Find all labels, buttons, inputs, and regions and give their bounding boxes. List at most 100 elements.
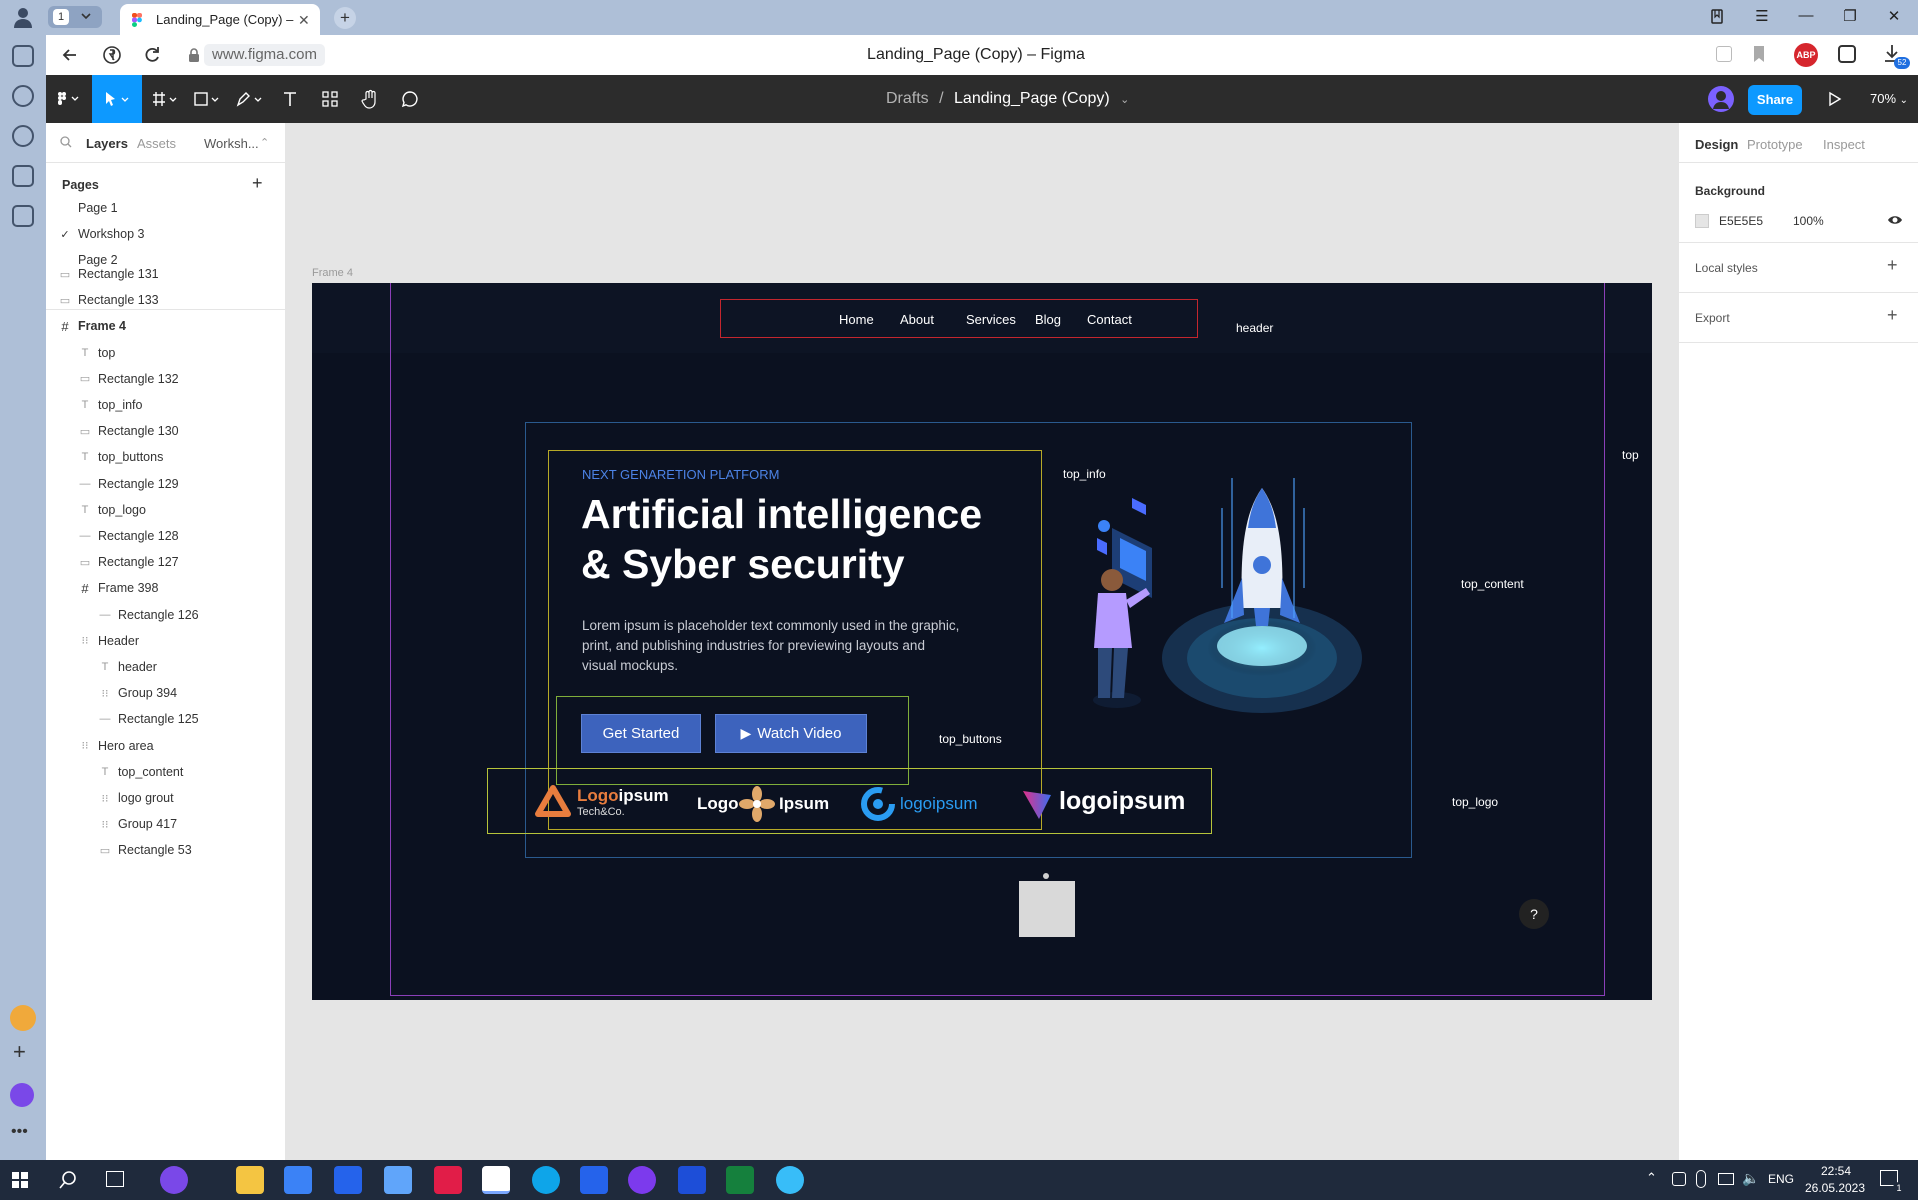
adblock-plus-icon[interactable]: ABP [1794, 43, 1818, 67]
resources-tool-button[interactable] [310, 75, 350, 123]
tab-inspect[interactable]: Inspect [1823, 137, 1865, 152]
profile-icon[interactable] [12, 6, 34, 28]
play-icon[interactable] [12, 85, 34, 107]
nav-blog[interactable]: Blog [1035, 312, 1061, 327]
telegram-icon[interactable] [776, 1166, 804, 1194]
screenshot-icon[interactable] [12, 205, 34, 227]
close-window-icon[interactable]: ✕ [1882, 7, 1906, 25]
present-icon[interactable] [1828, 91, 1842, 107]
volume-icon[interactable]: 🔈 [1742, 1170, 1759, 1187]
chevron-up-icon[interactable]: ⌃ [260, 136, 269, 149]
browser-tab-active[interactable]: Landing_Page (Copy) – F ✕ [120, 4, 320, 35]
group-icon: ⁝⁝ [81, 740, 89, 753]
alice-icon[interactable] [10, 1083, 34, 1107]
search-icon[interactable] [60, 136, 72, 148]
word-icon[interactable] [678, 1166, 706, 1194]
bookmark-icon[interactable] [1752, 45, 1766, 63]
file-name[interactable]: Landing_Page (Copy) [954, 90, 1110, 107]
move-tool-button[interactable] [92, 75, 142, 123]
extensions-icon[interactable] [1838, 45, 1856, 63]
layer-item-label: Rectangle 128 [98, 529, 179, 543]
file-explorer-icon[interactable] [236, 1166, 264, 1194]
background-opacity[interactable]: 100% [1793, 214, 1824, 228]
landing-frame[interactable]: Home About Services Blog Contact header … [312, 283, 1652, 1000]
get-started-button[interactable]: Get Started [581, 714, 701, 753]
hand-tool-button[interactable] [350, 75, 390, 123]
tab-assets[interactable]: Assets [137, 136, 176, 151]
add-icon[interactable]: + [13, 1039, 26, 1065]
clock-date[interactable]: 26.05.2023 [1800, 1181, 1870, 1195]
add-export-icon[interactable]: + [1887, 305, 1898, 326]
add-page-icon[interactable]: + [252, 173, 263, 194]
rect-icon: ▭ [99, 844, 111, 857]
yandex-music-icon[interactable] [434, 1166, 462, 1194]
vscode-icon[interactable] [580, 1166, 608, 1194]
more-icon[interactable]: ••• [11, 1123, 28, 1141]
eye-icon[interactable] [1887, 213, 1903, 227]
collections-icon[interactable] [12, 45, 34, 67]
history-icon[interactable] [12, 125, 34, 147]
frame-label[interactable]: Frame 4 [312, 267, 353, 279]
rectangle-ghost[interactable] [1019, 881, 1075, 937]
store-icon[interactable] [284, 1166, 312, 1194]
nav-about[interactable]: About [900, 312, 934, 327]
zoom-level[interactable]: 70% ⌄ [1870, 91, 1908, 106]
layer-item-label: Frame 4 [78, 319, 126, 334]
edge-icon[interactable] [532, 1166, 560, 1194]
comment-tool-button[interactable] [390, 75, 430, 123]
new-tab-button[interactable]: + [334, 7, 356, 29]
nav-home[interactable]: Home [839, 312, 874, 327]
language-indicator[interactable]: ENG [1768, 1172, 1794, 1186]
chevron-up-icon[interactable]: ⌃ [1646, 1170, 1657, 1186]
minimize-icon[interactable]: — [1794, 7, 1818, 24]
avatar[interactable] [1708, 86, 1734, 112]
browser-sidebar: + ••• [0, 35, 46, 1160]
reader-mode-icon[interactable] [1716, 46, 1732, 62]
mail-app-icon[interactable] [10, 1005, 36, 1031]
task-view-icon[interactable] [106, 1171, 124, 1187]
tab-page-selector[interactable]: Worksh... [204, 136, 259, 151]
layers-panel: Layers Assets Worksh... ⌃ Pages + Page 1… [46, 123, 286, 1160]
network-icon[interactable] [1718, 1173, 1734, 1185]
restore-icon[interactable]: ❐ [1838, 7, 1862, 25]
tab-layers[interactable]: Layers [86, 136, 128, 151]
layer-item-label: top [98, 345, 116, 360]
mail-icon[interactable] [334, 1166, 362, 1194]
shape-tool-button[interactable] [188, 75, 228, 123]
background-swatch[interactable] [1695, 214, 1709, 228]
tab-prototype[interactable]: Prototype [1747, 137, 1803, 152]
help-button[interactable]: ? [1519, 899, 1549, 929]
yandex-browser-icon[interactable] [482, 1166, 510, 1194]
calendar-icon[interactable] [12, 165, 34, 187]
pen-tool-button[interactable] [230, 75, 270, 123]
nav-services[interactable]: Services [966, 312, 1016, 327]
figma-menu-button[interactable] [46, 75, 90, 123]
add-style-icon[interactable]: + [1887, 255, 1898, 276]
frame-icon: # [81, 580, 89, 596]
frame-tool-button[interactable] [146, 75, 186, 123]
search-icon[interactable] [58, 1170, 78, 1190]
tab-design[interactable]: Design [1695, 137, 1738, 152]
logo-flower: Logo Ipsum [697, 786, 829, 822]
clock-time[interactable]: 22:54 [1806, 1164, 1866, 1178]
chevron-down-icon[interactable]: ⌄ [1120, 94, 1129, 106]
excel-icon[interactable] [726, 1166, 754, 1194]
alice-app-icon[interactable] [160, 1166, 188, 1194]
layer-item[interactable]: ▭ Rectangle 53 [46, 834, 286, 866]
text-tool-button[interactable] [270, 75, 310, 123]
breadcrumb-drafts[interactable]: Drafts [886, 90, 929, 107]
microphone-icon[interactable] [1696, 1170, 1706, 1188]
close-tab-icon[interactable]: ✕ [298, 12, 310, 29]
menu-icon[interactable]: ☰ [1750, 7, 1774, 25]
nav-contact[interactable]: Contact [1087, 312, 1132, 327]
onedrive-icon[interactable] [1672, 1172, 1686, 1186]
tab-group-button[interactable]: 1 [48, 6, 102, 28]
bookmarks-icon[interactable] [1706, 7, 1730, 27]
windows-start-icon[interactable] [12, 1172, 28, 1188]
background-hex[interactable]: E5E5E5 [1719, 214, 1763, 228]
watch-video-button[interactable]: ▶ Watch Video [715, 714, 867, 753]
canvas[interactable]: Frame 4 Home About Services Blog Contact… [287, 123, 1678, 1160]
share-button[interactable]: Share [1748, 85, 1802, 115]
notepad-icon[interactable] [384, 1166, 412, 1194]
viber-icon[interactable] [628, 1166, 656, 1194]
